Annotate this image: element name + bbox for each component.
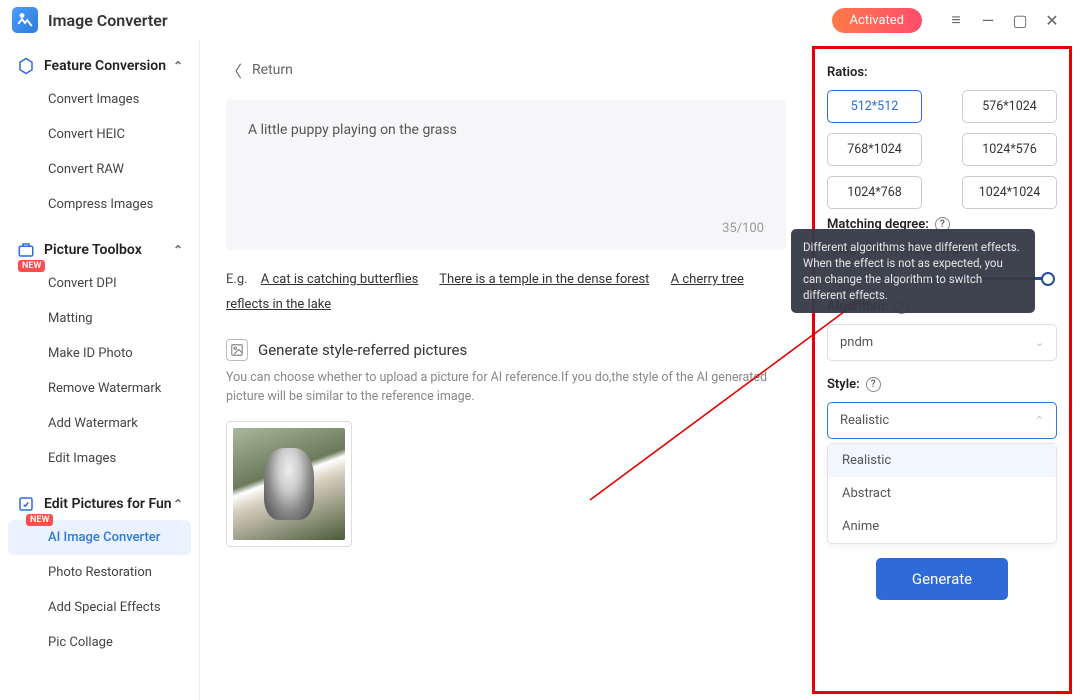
help-icon[interactable]: ? <box>866 377 881 392</box>
activated-badge[interactable]: Activated <box>832 8 922 33</box>
close-button[interactable]: ✕ <box>1036 4 1068 36</box>
chevron-down-icon: ⌄ <box>1035 336 1044 349</box>
eg-label: E.g. <box>226 272 248 287</box>
sidebar-item-convert-heic[interactable]: Convert HEIC <box>0 117 199 152</box>
ratio-option[interactable]: 1024*1024 <box>962 176 1057 209</box>
char-count: 35/100 <box>722 221 764 236</box>
sidebar-item-remove-watermark[interactable]: Remove Watermark <box>0 371 199 406</box>
ratio-option[interactable]: 1024*768 <box>827 176 922 209</box>
return-label: Return <box>252 62 293 78</box>
chevron-up-icon: ⌃ <box>173 59 183 73</box>
reference-thumbnail[interactable] <box>226 421 352 547</box>
sidebar-item-ai-image-converter[interactable]: NEWAI Image Converter <box>8 520 191 555</box>
example-link[interactable]: A cat is catching butterflies <box>261 272 419 287</box>
style-dropdown: Realistic Abstract Anime <box>827 443 1057 544</box>
minimize-button[interactable]: — <box>972 4 1004 36</box>
app-logo-icon <box>12 7 38 33</box>
ratio-option[interactable]: 512*512 <box>827 90 922 123</box>
titlebar: Image Converter Activated ≡ — ▢ ✕ <box>0 0 1080 40</box>
sidebar-item-matting[interactable]: Matting <box>0 301 199 336</box>
sidebar: Feature Conversion ⌃ Convert Images Conv… <box>0 40 200 700</box>
magic-icon <box>16 494 36 514</box>
algorithm-select[interactable]: pndm ⌄ <box>827 324 1057 361</box>
sidebar-item-compress-images[interactable]: Compress Images <box>0 187 199 222</box>
maximize-button[interactable]: ▢ <box>1004 4 1036 36</box>
new-badge: NEW <box>26 514 53 526</box>
hexagon-icon <box>16 56 36 76</box>
sidebar-group-label: Feature Conversion <box>44 58 166 74</box>
new-badge: NEW <box>18 260 45 272</box>
ratio-option[interactable]: 1024*576 <box>962 133 1057 166</box>
sidebar-item-make-id-photo[interactable]: Make ID Photo <box>0 336 199 371</box>
toolbox-icon <box>16 240 36 260</box>
style-label: Style:? <box>827 377 1057 392</box>
chevron-left-icon: 〈 <box>226 58 242 82</box>
app-title: Image Converter <box>48 11 168 30</box>
prompt-text: A little puppy playing on the grass <box>248 122 764 138</box>
sidebar-item-pic-collage[interactable]: Pic Collage <box>0 625 199 660</box>
sidebar-group-label: Edit Pictures for Fun <box>44 496 172 512</box>
style-section-desc: You can choose whether to upload a pictu… <box>226 369 786 407</box>
chevron-up-icon: ⌃ <box>173 243 183 257</box>
ratio-option[interactable]: 768*1024 <box>827 133 922 166</box>
prompt-textarea[interactable]: A little puppy playing on the grass 35/1… <box>226 100 786 250</box>
chevron-up-icon: ⌃ <box>173 497 183 511</box>
thumbnail-image <box>233 428 345 540</box>
sidebar-item-photo-restoration[interactable]: Photo Restoration <box>0 555 199 590</box>
style-option[interactable]: Abstract <box>828 477 1056 510</box>
sidebar-item-add-watermark[interactable]: Add Watermark <box>0 406 199 441</box>
sidebar-item-convert-images[interactable]: Convert Images <box>0 82 199 117</box>
style-section-head: Generate style-referred pictures <box>226 339 786 361</box>
style-option[interactable]: Anime <box>828 510 1056 543</box>
generate-button[interactable]: Generate <box>876 558 1008 600</box>
hamburger-icon[interactable]: ≡ <box>940 4 972 36</box>
chevron-up-icon: ⌃ <box>1035 414 1044 427</box>
sidebar-group-label: Picture Toolbox <box>44 242 142 258</box>
example-row: E.g. A cat is catching butterflies There… <box>226 268 786 317</box>
algorithm-tooltip: Different algorithms have different effe… <box>791 229 1035 313</box>
style-select[interactable]: Realistic ⌃ <box>827 402 1057 439</box>
image-icon <box>226 339 248 361</box>
sidebar-item-edit-images[interactable]: Edit Images <box>0 441 199 476</box>
sidebar-item-convert-raw[interactable]: Convert RAW <box>0 152 199 187</box>
settings-panel: Ratios: 512*512 576*1024 768*1024 1024*5… <box>812 46 1072 694</box>
example-link[interactable]: There is a temple in the dense forest <box>439 272 649 287</box>
sidebar-item-convert-dpi[interactable]: NEWConvert DPI <box>0 266 199 301</box>
main-content: 〈 Return A little puppy playing on the g… <box>200 40 812 700</box>
ratios-label: Ratios: <box>827 65 1057 80</box>
return-button[interactable]: 〈 Return <box>226 58 786 82</box>
ratio-option[interactable]: 576*1024 <box>962 90 1057 123</box>
sidebar-item-add-special-effects[interactable]: Add Special Effects <box>0 590 199 625</box>
slider-thumb[interactable] <box>1041 272 1055 286</box>
style-value: Realistic <box>840 413 889 428</box>
style-option[interactable]: Realistic <box>828 444 1056 477</box>
style-section-title: Generate style-referred pictures <box>258 341 467 359</box>
sidebar-group-feature-conversion[interactable]: Feature Conversion ⌃ <box>0 50 199 82</box>
algorithm-value: pndm <box>840 335 873 350</box>
